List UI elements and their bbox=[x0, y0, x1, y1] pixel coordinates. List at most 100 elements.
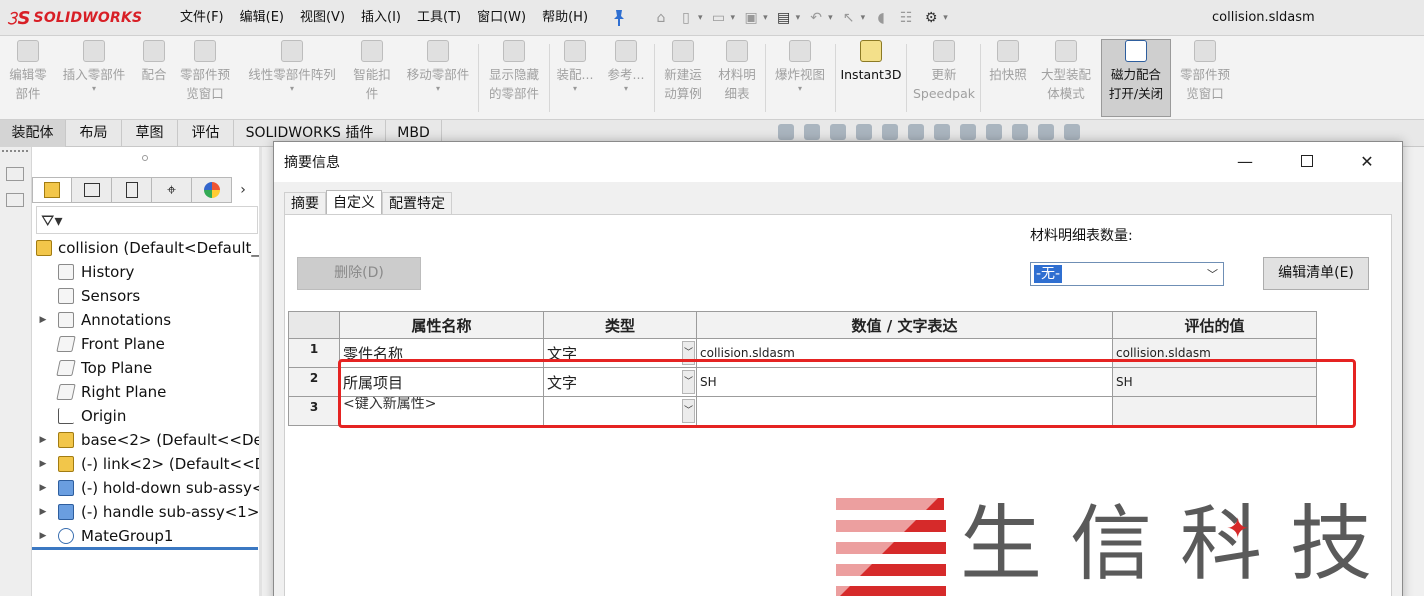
new-motion-study-button[interactable]: 新建运 动算例 bbox=[658, 40, 708, 116]
expand-arrow-icon[interactable]: ▶ bbox=[38, 524, 48, 548]
reference-geometry-button[interactable]: 参考... ▾ bbox=[602, 40, 650, 116]
tab-assembly[interactable]: 装配体 bbox=[0, 120, 66, 147]
zoom-to-fit-icon[interactable] bbox=[778, 124, 794, 140]
instant3d-button[interactable]: Instant3D bbox=[838, 40, 904, 116]
close-button[interactable]: ✕ bbox=[1344, 146, 1390, 176]
configuration-manager-tab[interactable] bbox=[112, 177, 152, 203]
column-header-value-expression[interactable]: 数值 / 文字表达 bbox=[696, 311, 1113, 339]
tree-item-front-plane[interactable]: Front Plane bbox=[32, 332, 262, 356]
step-tool-icon[interactable] bbox=[6, 193, 24, 207]
undo-icon[interactable]: ↶ bbox=[807, 9, 825, 27]
options-gear-icon[interactable]: ⚙ bbox=[922, 9, 940, 27]
display-style-icon[interactable] bbox=[934, 124, 950, 140]
display-pane-icon[interactable] bbox=[1064, 124, 1080, 140]
section-view-icon[interactable] bbox=[856, 124, 872, 140]
home-icon[interactable]: ⌂ bbox=[652, 9, 670, 27]
tab-summary[interactable]: 摘要 bbox=[284, 192, 326, 214]
select-cursor-icon[interactable]: ↖ bbox=[840, 9, 858, 27]
column-header-type[interactable]: 类型 bbox=[543, 311, 697, 339]
delete-button[interactable]: 删除(D) bbox=[297, 257, 421, 290]
tree-item-link[interactable]: ▶ (-) link<2> (Default<<De bbox=[32, 452, 262, 476]
panel-grip[interactable] bbox=[142, 155, 148, 161]
tree-item-collision[interactable]: collision (Default<Default_D bbox=[32, 236, 262, 260]
pin-icon[interactable] bbox=[612, 9, 626, 27]
feature-tree-filter[interactable]: ⛛▾ bbox=[36, 206, 258, 234]
row-number[interactable]: 1 bbox=[288, 338, 340, 368]
tab-evaluate[interactable]: 评估 bbox=[178, 120, 234, 147]
menu-insert[interactable]: 插入(I) bbox=[353, 0, 409, 36]
edit-component-button[interactable]: 编辑零 部件 bbox=[4, 40, 52, 116]
row-number[interactable]: 2 bbox=[288, 367, 340, 397]
row-number[interactable]: 3 bbox=[288, 396, 340, 426]
component-preview-window-button[interactable]: 零部件预 览窗口 bbox=[1174, 40, 1236, 116]
solidworks-logo[interactable]: 𝟹S SOLIDWORKS bbox=[6, 6, 142, 30]
large-assembly-mode-button[interactable]: 大型装配 体模式 bbox=[1034, 40, 1098, 116]
edit-appearance-icon[interactable] bbox=[986, 124, 1002, 140]
tree-item-sensors[interactable]: Sensors bbox=[32, 284, 262, 308]
move-component-button[interactable]: 移动零部件 ▾ bbox=[400, 40, 476, 116]
view-orientation-icon[interactable] bbox=[908, 124, 924, 140]
rebuild-icon[interactable]: ◖ bbox=[872, 9, 890, 27]
property-manager-tab[interactable] bbox=[72, 177, 112, 203]
feature-tree-tab[interactable] bbox=[32, 177, 72, 203]
tree-item-hold-down-sub-assy[interactable]: ▶ (-) hold-down sub-assy< bbox=[32, 476, 262, 500]
insert-component-button[interactable]: 插入零部件 ▾ bbox=[56, 40, 132, 116]
view-settings-icon[interactable] bbox=[1038, 124, 1054, 140]
bill-of-materials-button[interactable]: 材料明 细表 bbox=[712, 40, 762, 116]
tree-item-origin[interactable]: Origin bbox=[32, 404, 262, 428]
linear-pattern-button[interactable]: 线性零部件阵列 ▾ bbox=[240, 40, 344, 116]
dynamic-annotation-icon[interactable] bbox=[882, 124, 898, 140]
tree-item-right-plane[interactable]: Right Plane bbox=[32, 380, 262, 404]
tree-item-annotations[interactable]: ▶ Annotations bbox=[32, 308, 262, 332]
show-hidden-components-button[interactable]: 显示隐藏 的零部件 bbox=[482, 40, 546, 116]
expand-arrow-icon[interactable]: ▶ bbox=[38, 428, 48, 452]
bom-quantity-select[interactable]: -无- ﹀ bbox=[1030, 262, 1224, 286]
menu-window[interactable]: 窗口(W) bbox=[469, 0, 534, 36]
tree-item-history[interactable]: History bbox=[32, 260, 262, 284]
menu-edit[interactable]: 编辑(E) bbox=[232, 0, 292, 36]
tab-configuration-specific[interactable]: 配置特定 bbox=[382, 192, 452, 214]
open-folder-icon[interactable]: ▭ bbox=[710, 9, 728, 27]
table-corner-cell[interactable] bbox=[288, 311, 340, 339]
panel-splitter[interactable] bbox=[259, 147, 262, 596]
expand-arrow-icon[interactable]: ▶ bbox=[38, 452, 48, 476]
menu-help[interactable]: 帮助(H) bbox=[534, 0, 596, 36]
apply-scene-icon[interactable] bbox=[1012, 124, 1028, 140]
tree-item-base[interactable]: ▶ base<2> (Default<<Defa bbox=[32, 428, 262, 452]
expand-arrow-icon[interactable]: ▶ bbox=[38, 500, 48, 524]
expand-arrow-icon[interactable]: ▶ bbox=[38, 476, 48, 500]
edit-list-button[interactable]: 编辑清单(E) bbox=[1263, 257, 1369, 290]
new-document-icon[interactable]: ▯ bbox=[677, 9, 695, 27]
print-icon[interactable]: ▤ bbox=[775, 9, 793, 27]
column-header-property-name[interactable]: 属性名称 bbox=[339, 311, 544, 339]
more-tabs-chevron-icon[interactable]: › bbox=[232, 177, 254, 203]
smart-fasteners-button[interactable]: 智能扣 件 bbox=[348, 40, 396, 116]
zoom-area-icon[interactable] bbox=[804, 124, 820, 140]
tab-sketch[interactable]: 草图 bbox=[122, 120, 178, 147]
column-header-evaluated-value[interactable]: 评估的值 bbox=[1112, 311, 1317, 339]
rollback-bar[interactable] bbox=[32, 547, 258, 550]
mate-button[interactable]: 配合 bbox=[136, 40, 172, 116]
tree-item-mategroup1[interactable]: ▶ MateGroup1 bbox=[32, 524, 262, 548]
save-icon[interactable]: ▣ bbox=[742, 9, 760, 27]
hide-show-items-icon[interactable] bbox=[960, 124, 976, 140]
exploded-view-button[interactable]: 爆炸视图 ▾ bbox=[768, 40, 832, 116]
filter-funnel-icon[interactable]: ⛛▾ bbox=[41, 211, 62, 231]
update-speedpak-button[interactable]: 更新 Speedpak bbox=[910, 40, 978, 116]
take-snapshot-button[interactable]: 拍快照 bbox=[984, 40, 1032, 116]
menu-view[interactable]: 视图(V) bbox=[292, 0, 353, 36]
magnetic-mates-toggle-button[interactable]: 磁力配合 打开/关闭 bbox=[1101, 39, 1171, 117]
previous-view-icon[interactable] bbox=[830, 124, 846, 140]
maximize-button[interactable] bbox=[1284, 146, 1330, 176]
component-preview-button[interactable]: 零部件预 览窗口 bbox=[174, 40, 236, 116]
minimize-button[interactable]: — bbox=[1222, 146, 1268, 176]
tab-layout[interactable]: 布局 bbox=[66, 120, 122, 147]
menu-file[interactable]: 文件(F) bbox=[172, 0, 232, 36]
file-properties-icon[interactable]: ☷ bbox=[897, 9, 915, 27]
tree-item-top-plane[interactable]: Top Plane bbox=[32, 356, 262, 380]
display-manager-tab[interactable] bbox=[192, 177, 232, 203]
menu-tools[interactable]: 工具(T) bbox=[409, 0, 469, 36]
expand-arrow-icon[interactable]: ▶ bbox=[38, 308, 48, 332]
tab-custom[interactable]: 自定义 bbox=[326, 190, 382, 214]
tree-item-handle-sub-assy[interactable]: ▶ (-) handle sub-assy<1> (I bbox=[32, 500, 262, 524]
